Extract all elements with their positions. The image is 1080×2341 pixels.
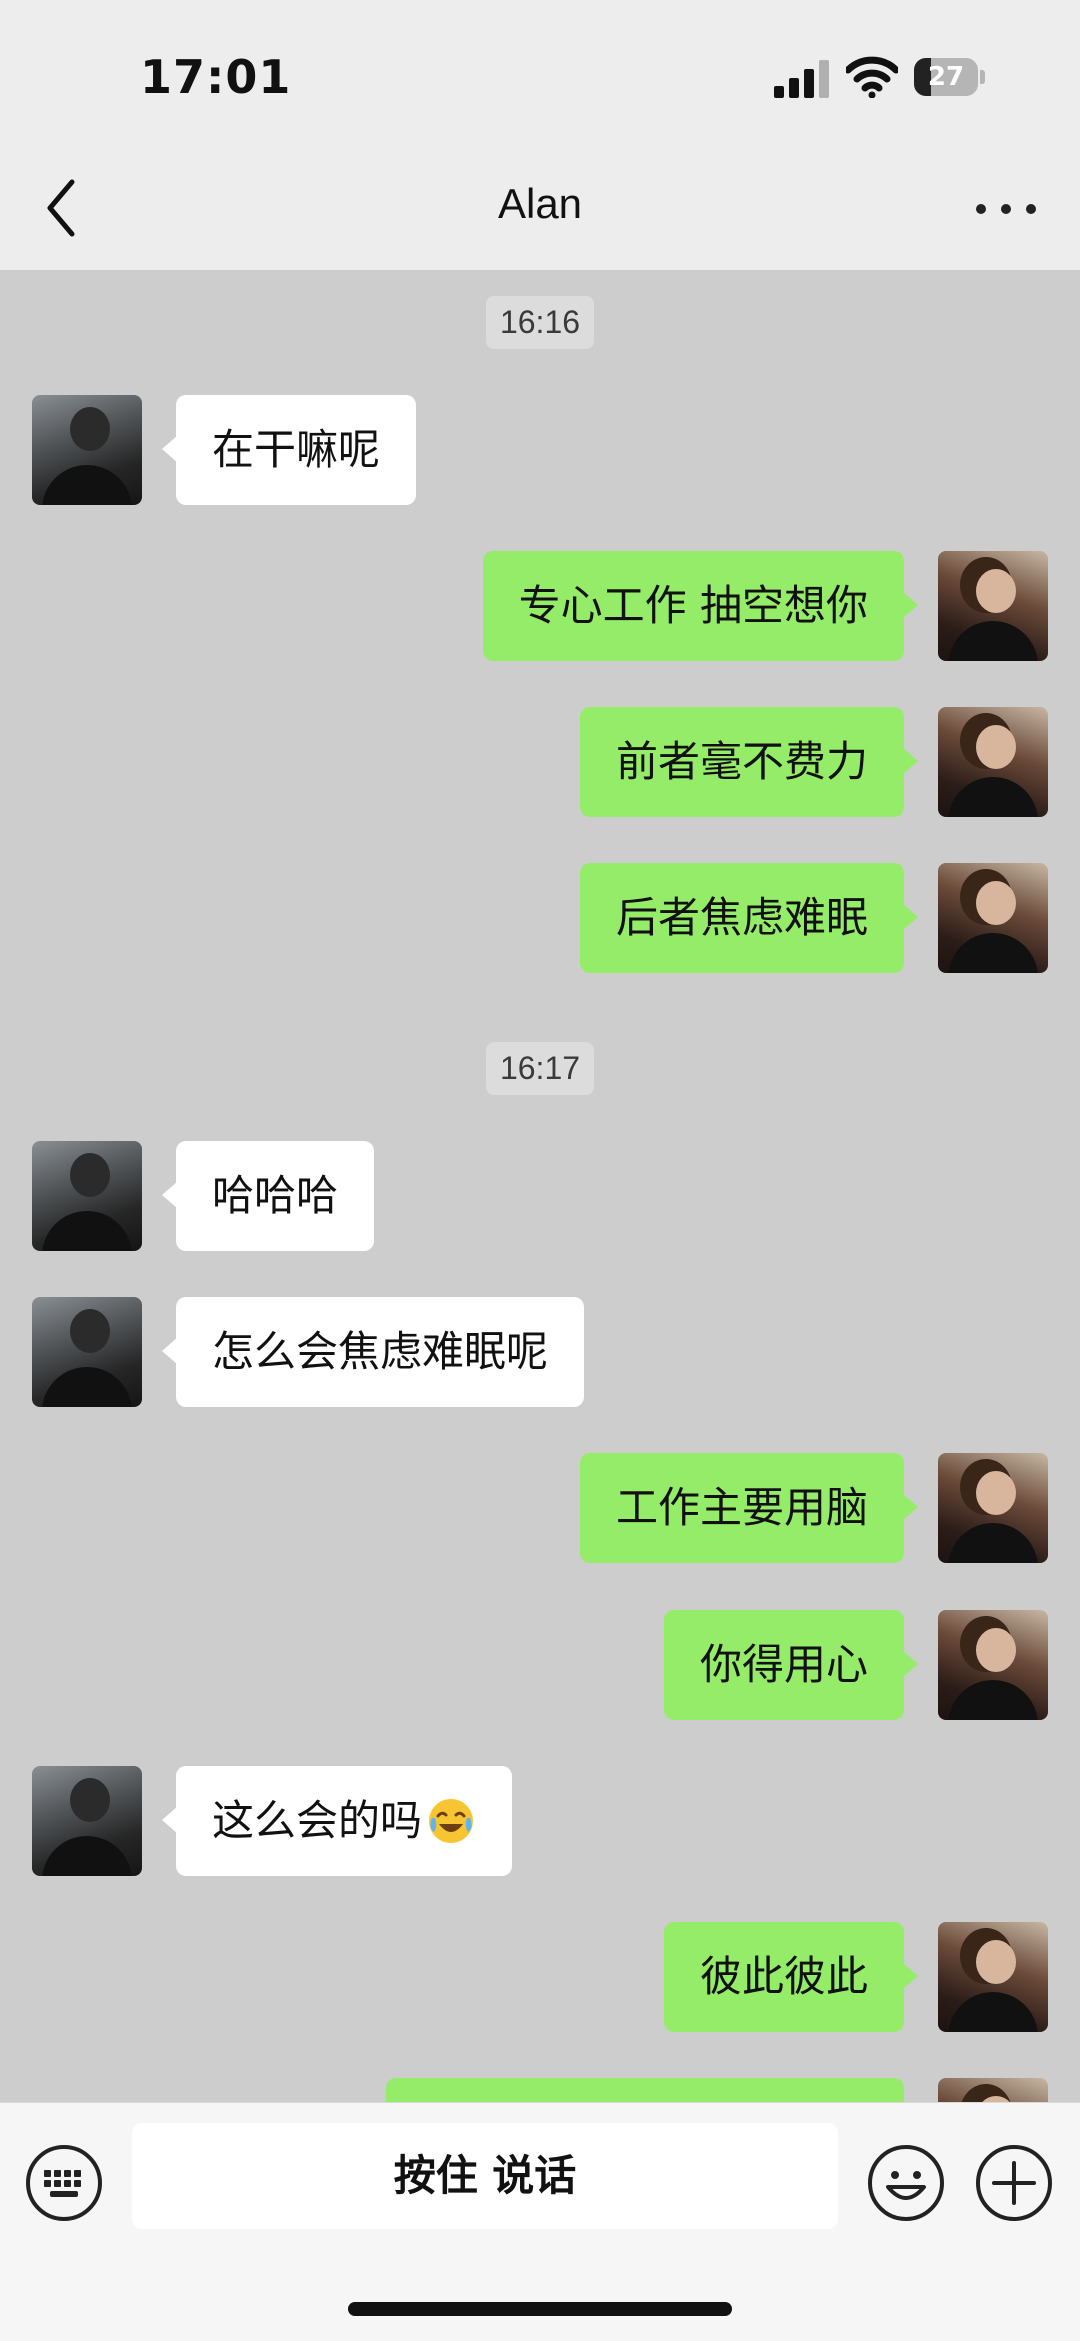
message-bubble[interactable]: 你得用心	[663, 1610, 919, 1720]
message-bubble[interactable]: 专心工作 抽空想你	[482, 551, 919, 661]
message-row: 你得用心	[0, 1610, 1080, 1722]
battery-percentage: 27	[927, 62, 965, 92]
more-dots-icon[interactable]	[972, 190, 1040, 230]
avatar[interactable]	[32, 1297, 142, 1407]
message-row: 哈哈哈	[0, 1141, 1080, 1253]
avatar[interactable]	[938, 707, 1048, 817]
message-bubble[interactable]: 这么会的吗	[161, 1766, 513, 1876]
plus-circle-icon[interactable]	[974, 2143, 1054, 2223]
battery-icon: 27	[914, 58, 986, 96]
chat-title: Alan	[497, 180, 583, 227]
hold-to-talk-button[interactable]: 按住 说话	[132, 2123, 838, 2229]
message-bubble[interactable]: 工作主要用脑	[579, 1453, 919, 1563]
message-bubble[interactable]: 怎么会焦虑难眠呢	[161, 1297, 585, 1407]
message-row: 工作主要用脑	[0, 1453, 1080, 1565]
avatar[interactable]	[938, 1610, 1048, 1720]
message-bubble[interactable]: 彼此彼此	[663, 1922, 919, 2032]
timestamp: 16:16	[0, 296, 1080, 349]
message-row: 怎么会焦虑难眠呢	[0, 1297, 1080, 1409]
message-row: 前者毫不费力	[0, 707, 1080, 819]
avatar[interactable]	[32, 1766, 142, 1876]
message-row: 在干嘛呢	[0, 395, 1080, 507]
message-bubble[interactable]	[386, 2078, 904, 2102]
message-text: 这么会的吗	[212, 1796, 423, 1845]
message-bubble[interactable]: 后者焦虑难眠	[579, 863, 919, 973]
avatar[interactable]	[938, 1453, 1048, 1563]
cellular-signal-icon	[774, 60, 829, 98]
keyboard-icon[interactable]	[24, 2143, 104, 2223]
chat-screen: 17:01 27 Alan 16:16 在干嘛呢 专心工作 抽空想你 前者毫不费…	[0, 0, 1080, 2341]
message-list[interactable]: 16:16 在干嘛呢 专心工作 抽空想你 前者毫不费力 后者焦虑难眠 16:17…	[0, 270, 1080, 2102]
wifi-icon	[846, 56, 898, 98]
message-bubble[interactable]: 前者毫不费力	[579, 707, 919, 817]
avatar[interactable]	[938, 551, 1048, 661]
message-bubble[interactable]: 哈哈哈	[161, 1141, 375, 1251]
message-row: 这么会的吗	[0, 1766, 1080, 1878]
avatar[interactable]	[32, 1141, 142, 1251]
smiley-icon[interactable]	[866, 2143, 946, 2223]
timestamp: 16:17	[0, 1042, 1080, 1095]
avatar[interactable]	[32, 395, 142, 505]
avatar[interactable]	[938, 1922, 1048, 2032]
message-row: 专心工作 抽空想你	[0, 551, 1080, 663]
home-indicator[interactable]	[348, 2302, 732, 2316]
message-row	[0, 2078, 1080, 2102]
avatar[interactable]	[938, 863, 1048, 973]
laughing-crying-face-icon	[429, 1798, 474, 1843]
avatar[interactable]	[938, 2078, 1048, 2102]
top-bar: 17:01 27 Alan	[0, 0, 1080, 270]
message-bubble[interactable]: 在干嘛呢	[161, 395, 417, 505]
message-row: 彼此彼此	[0, 1922, 1080, 2034]
message-row: 后者焦虑难眠	[0, 863, 1080, 975]
status-time: 17:01	[140, 50, 292, 104]
